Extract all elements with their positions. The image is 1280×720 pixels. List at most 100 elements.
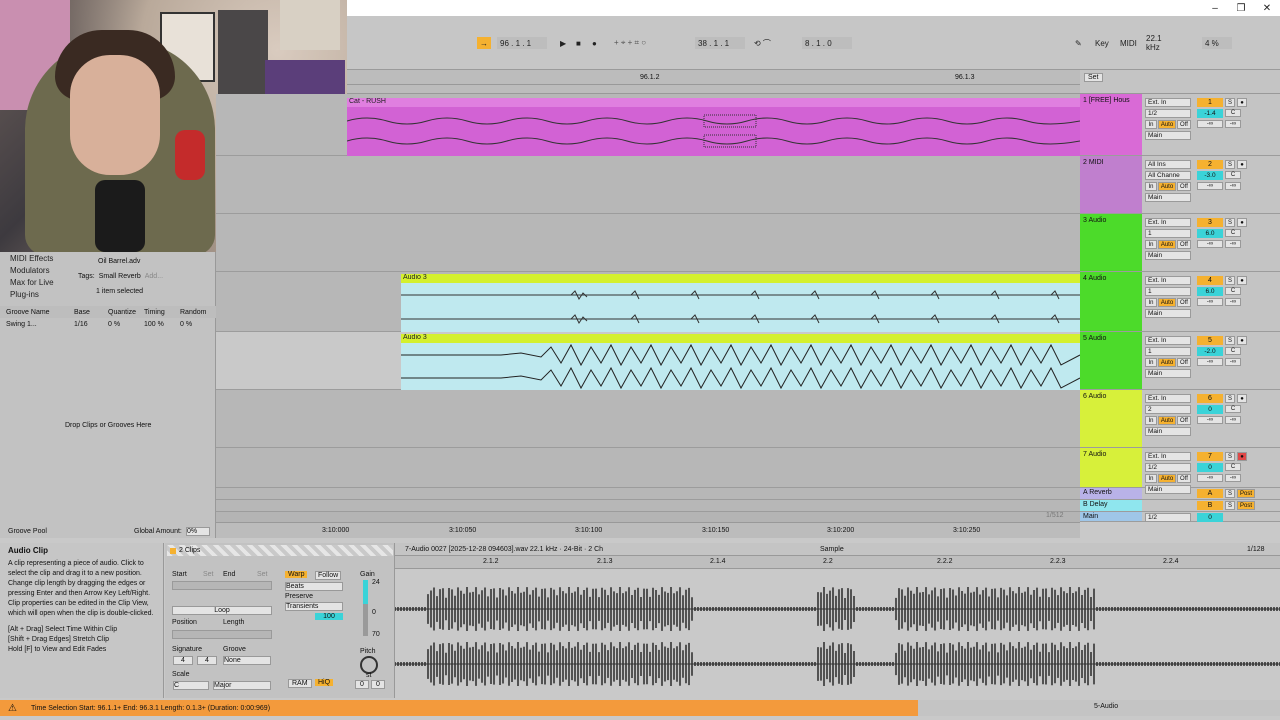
pan-field[interactable]: C	[1225, 463, 1241, 471]
signature-denominator[interactable]: 4	[197, 656, 217, 665]
monitor-off-button[interactable]: Off	[1177, 182, 1191, 191]
output-select[interactable]: Main	[1145, 309, 1191, 318]
solo-button[interactable]: S	[1225, 98, 1235, 107]
loop-button[interactable]: Loop	[172, 606, 272, 615]
input-type-select[interactable]: Ext. In	[1145, 452, 1191, 461]
return-track-b[interactable]: B Delay B S Post	[1080, 500, 1280, 512]
track-name[interactable]: 3 Audio	[1080, 214, 1142, 271]
loop-icon[interactable]: ⟲ ⌒	[751, 37, 791, 49]
monitor-off-button[interactable]: Off	[1177, 298, 1191, 307]
pan-field[interactable]: C	[1225, 405, 1241, 413]
track-activator[interactable]: 4	[1197, 276, 1223, 285]
midi-map-button[interactable]: MIDI	[1117, 37, 1141, 49]
input-channel-select[interactable]: All Channe	[1145, 171, 1191, 180]
start-end-fields[interactable]	[172, 581, 272, 590]
groove-select[interactable]: None	[223, 656, 271, 665]
set-button[interactable]: Set	[1084, 73, 1103, 82]
output-select[interactable]: Main	[1145, 251, 1191, 260]
signature-numerator[interactable]: 4	[173, 656, 193, 665]
output-select[interactable]: Main	[1145, 369, 1191, 378]
monitor-in-button[interactable]: In	[1145, 120, 1157, 129]
volume-field[interactable]: -3.0	[1197, 171, 1223, 180]
groove-row[interactable]: Swing 1... 1/16 0 % 100 % 0 %	[0, 319, 216, 329]
pitch-fine[interactable]: 0	[371, 680, 385, 689]
main-name[interactable]: Main	[1080, 512, 1142, 521]
track-activator[interactable]: 5	[1197, 336, 1223, 345]
volume-field[interactable]: -1.4	[1197, 109, 1223, 118]
arrangement-timeline[interactable]: 3:10:000 3:10:050 3:10:100 3:10:150 3:10…	[216, 522, 1080, 538]
send-a-field[interactable]: -∞	[1197, 120, 1223, 128]
monitor-auto-button[interactable]: Auto	[1158, 182, 1176, 191]
send-b-field[interactable]: -∞	[1225, 182, 1241, 190]
track-header-3[interactable]: 3 Audio Ext. In 1 In Auto Off Main 3 S ●…	[1080, 214, 1280, 272]
preserve-select[interactable]: Transients	[285, 602, 343, 611]
input-type-select[interactable]: Ext. In	[1145, 276, 1191, 285]
volume-field[interactable]: 0	[1197, 405, 1223, 414]
clip-audio3-track4[interactable]: Audio 3	[401, 274, 1080, 332]
solo-button[interactable]: S	[1225, 452, 1235, 461]
arrangement-view[interactable]: Cat - RUSH Audio 3 Audio 3 1/512	[216, 94, 1080, 522]
arm-button[interactable]: ●	[1237, 394, 1247, 403]
key-map-button[interactable]: Key	[1092, 37, 1114, 49]
track-header-5[interactable]: 5 Audio Ext. In 1 In Auto Off Main 5 S ●…	[1080, 332, 1280, 390]
restore-icon[interactable]: ❐	[1228, 3, 1254, 14]
track-activator[interactable]: 7	[1197, 452, 1223, 461]
transient-value[interactable]: 100	[315, 613, 343, 620]
output-select[interactable]: Main	[1145, 193, 1191, 202]
track-header-2[interactable]: 2 MIDI All Ins All Channe In Auto Off Ma…	[1080, 156, 1280, 214]
arm-button[interactable]: ●	[1237, 160, 1247, 169]
input-channel-select[interactable]: 1/2	[1145, 109, 1191, 118]
monitor-auto-button[interactable]: Auto	[1158, 358, 1176, 367]
monitor-off-button[interactable]: Off	[1177, 416, 1191, 425]
return-name[interactable]: B Delay	[1080, 500, 1142, 511]
solo-button[interactable]: S	[1225, 218, 1235, 227]
monitor-auto-button[interactable]: Auto	[1158, 298, 1176, 307]
arm-button[interactable]: ●	[1237, 452, 1247, 461]
input-type-select[interactable]: Ext. In	[1145, 98, 1191, 107]
track-name[interactable]: 5 Audio	[1080, 332, 1142, 389]
track-activator[interactable]: 3	[1197, 218, 1223, 227]
scale-root-select[interactable]: C	[173, 681, 209, 690]
browser-file[interactable]: Oil Barrel.adv	[98, 258, 140, 265]
track-lane-7[interactable]	[216, 448, 1080, 488]
main-track[interactable]: Main 1/2 0	[1080, 512, 1280, 522]
tag-chip[interactable]: Small Reverb	[99, 273, 141, 280]
input-type-select[interactable]: Ext. In	[1145, 336, 1191, 345]
minimize-icon[interactable]: –	[1202, 3, 1228, 14]
output-select[interactable]: Main	[1145, 131, 1191, 140]
track-header-7[interactable]: 7 Audio Ext. In 1/2 In Auto Off Main 7 S…	[1080, 448, 1280, 494]
input-channel-select[interactable]: 1	[1145, 229, 1191, 238]
monitor-in-button[interactable]: In	[1145, 474, 1157, 483]
track-activator[interactable]: 1	[1197, 98, 1223, 107]
volume-field[interactable]: 6.0	[1197, 229, 1223, 238]
monitor-in-button[interactable]: In	[1145, 298, 1157, 307]
send-a-field[interactable]: -∞	[1197, 358, 1223, 366]
send-a-field[interactable]: -∞	[1197, 416, 1223, 424]
monitor-auto-button[interactable]: Auto	[1158, 474, 1176, 483]
monitor-in-button[interactable]: In	[1145, 240, 1157, 249]
sample-waveform[interactable]	[394, 569, 1280, 698]
sample-tab[interactable]: Sample	[820, 546, 844, 553]
track-name[interactable]: 7 Audio	[1080, 448, 1142, 487]
monitor-off-button[interactable]: Off	[1177, 120, 1191, 129]
input-type-select[interactable]: All Ins	[1145, 160, 1191, 169]
pan-field[interactable]: C	[1225, 347, 1241, 355]
track-lane-2[interactable]	[216, 156, 1080, 214]
input-channel-select[interactable]: 1	[1145, 287, 1191, 296]
return-activator[interactable]: B	[1197, 501, 1223, 510]
volume-field[interactable]: 0	[1197, 463, 1223, 472]
track-header-4[interactable]: 4 Audio Ext. In 1 In Auto Off Main 4 S ●…	[1080, 272, 1280, 332]
stop-icon[interactable]: ■	[573, 37, 587, 49]
gain-slider[interactable]	[363, 580, 368, 636]
track-name[interactable]: 6 Audio	[1080, 390, 1142, 447]
track-activator[interactable]: 2	[1197, 160, 1223, 169]
arm-button[interactable]: ●	[1237, 276, 1247, 285]
loop-length[interactable]: 8 . 1 . 0	[802, 37, 852, 49]
solo-button[interactable]: S	[1225, 160, 1235, 169]
warp-button[interactable]: Warp	[285, 571, 308, 578]
monitor-off-button[interactable]: Off	[1177, 474, 1191, 483]
loop-start[interactable]: 38 . 1 . 1	[695, 37, 745, 49]
send-a-field[interactable]: -∞	[1197, 298, 1223, 306]
pan-field[interactable]: C	[1225, 287, 1241, 295]
pan-field[interactable]: C	[1225, 171, 1241, 179]
